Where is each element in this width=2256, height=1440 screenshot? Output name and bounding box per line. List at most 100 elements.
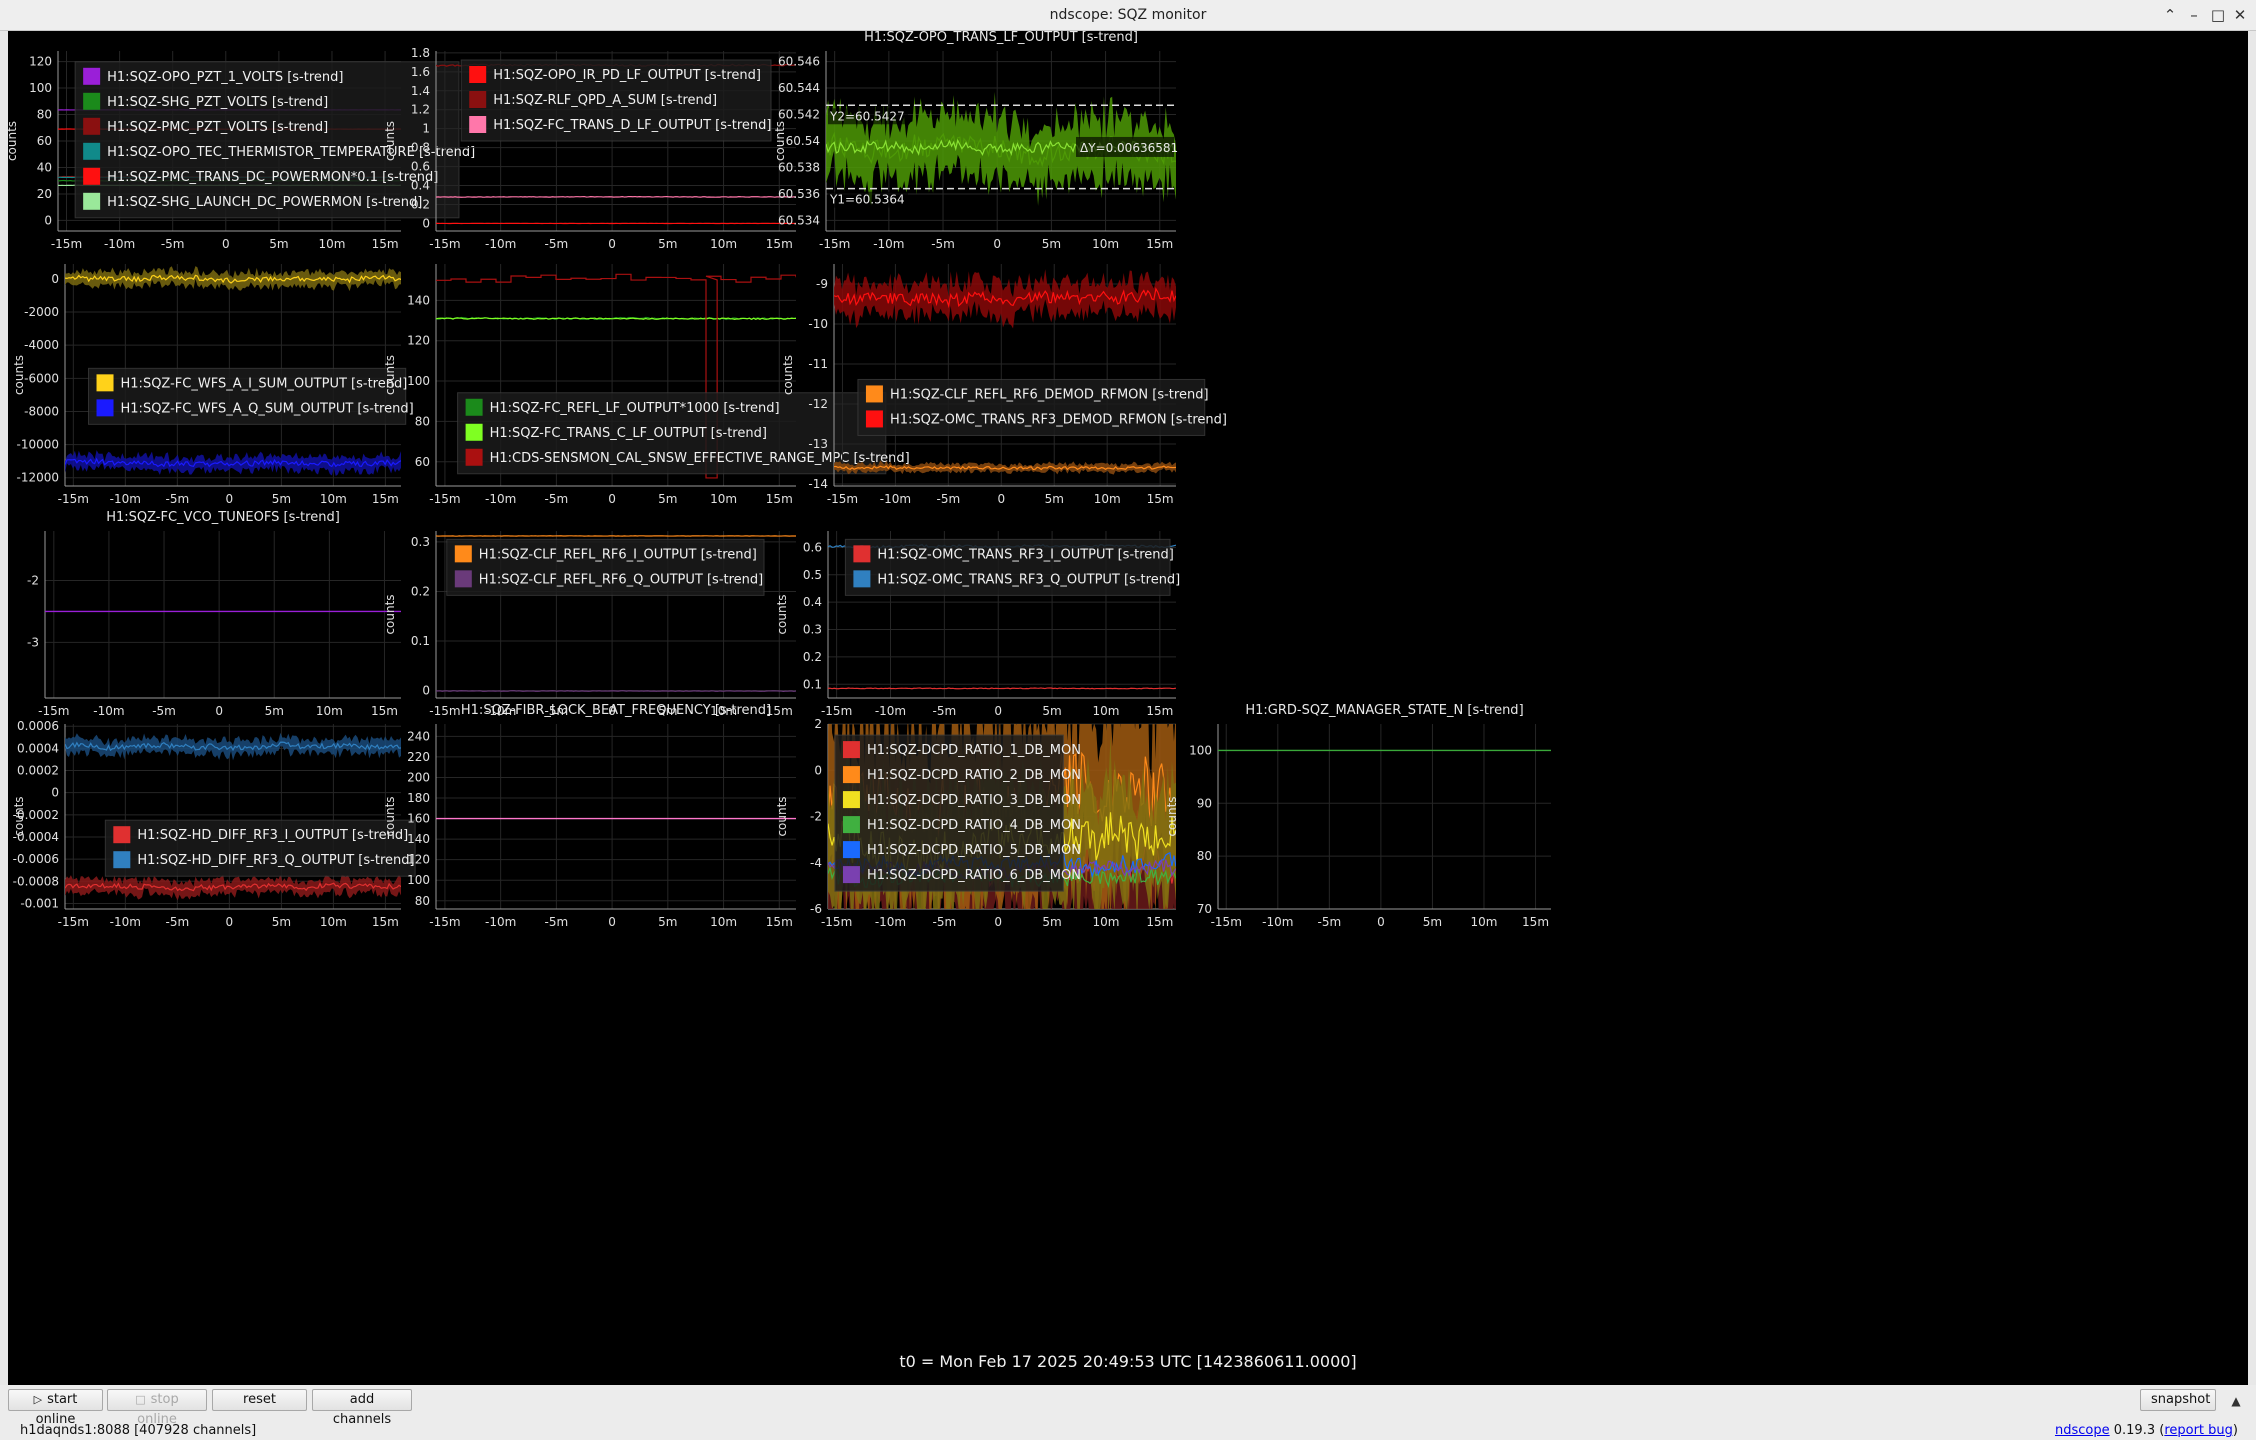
plot-8[interactable]: -15m -10m -5m 0 5m 10m 15m00.10.20.3countsH1:S… <box>383 531 796 718</box>
y-tick-label: 1.6 <box>411 65 430 79</box>
plot-grid[interactable]: -15m -10m -5m 0 5m 10m 15m 0 20 40 60 80 100 120 count… <box>8 31 2248 1385</box>
server-status: h1daqnds1:8088 [407928 channels] <box>20 1423 257 1438</box>
y-tick-label: 70 <box>1197 902 1212 916</box>
app-credit: ndscope 0.19.3 (report bug) <box>2054 1423 2238 1438</box>
snapshot-button[interactable]: snapshot <box>2140 1389 2216 1411</box>
legend-swatch <box>454 545 472 563</box>
x-tick-label: -15m <box>429 704 460 718</box>
x-tick-label: -15m <box>58 915 89 929</box>
y-tick-label: -2 <box>810 810 822 824</box>
y-tick-label: 0.0006 <box>17 719 59 733</box>
legend-swatch <box>842 741 860 759</box>
window-titlebar: ndscope: SQZ monitor ⌃ – □ ✕ <box>0 0 2256 31</box>
x-tick-label: 15m <box>372 492 399 506</box>
y-tick-label: -10 <box>808 317 828 331</box>
legend: H1:SQZ-FC_REFL_LF_OUTPUT*1000 [s-trend] H… <box>457 392 910 475</box>
close-icon[interactable]: ✕ <box>2230 5 2250 25</box>
x-tick-label: 10m <box>318 237 345 251</box>
x-tick-label: 10m <box>710 237 737 251</box>
x-tick-label: -15m <box>58 492 89 506</box>
y-axis-label: counts <box>781 355 795 395</box>
plot-5[interactable]: -15m -10m -5m 0 5m 10m 15m6080100120140countsH… <box>383 264 910 506</box>
plot-11[interactable]: -15m -10m -5m 0 5m 10m 15m 80 100 120 140 160 180 200… <box>383 703 796 929</box>
x-tick-label: 5m <box>658 492 677 506</box>
legend-entry: H1:SQZ-DCPD_RATIO_2_DB_MON <box>867 768 1081 783</box>
legend: H1:SQZ-FC_WFS_A_I_SUM_OUTPUT [s-trend] H1… <box>88 367 414 425</box>
plot-13[interactable]: -15m -10m -5m 0 5m 10m 15m 70 80 90 100 counts H1:GR… <box>1165 703 1551 929</box>
x-tick-label: -5m <box>1318 915 1342 929</box>
series-line <box>436 195 796 198</box>
y-axis-label: counts <box>383 355 397 395</box>
plot-12[interactable]: -15m -10m -5m 0 5m 10m 15m -6 -4 -2 0 2 counts H1:SQZ… <box>775 644 1176 967</box>
y-tick-label: 140 <box>407 293 430 307</box>
legend-entry: H1:SQZ-OMC_TRANS_RF3_I_OUTPUT [s-trend] <box>877 547 1173 562</box>
plot-title: H1:SQZ-FC_VCO_TUNEOFS [s-trend] <box>106 510 340 525</box>
plot-1[interactable]: -15m -10m -5m 0 5m 10m 15m 0 20 40 60 80 100 120 count… <box>8 51 475 251</box>
ndscope-link[interactable]: ndscope <box>2055 1423 2110 1438</box>
legend-entry: H1:SQZ-PMC_TRANS_DC_POWERMON*0.1 [s-tren… <box>107 170 438 185</box>
y-tick-label: 80 <box>415 414 430 428</box>
x-tick-label: 5m <box>658 915 677 929</box>
collapse-triangle-icon[interactable]: ▲ <box>2226 1391 2246 1411</box>
plot-3[interactable]: -15m -10m -5m 0 5m 10m 15m 60.534 60.536 60.538 60… <box>773 31 1178 251</box>
plot-7[interactable]: -15m -10m -5m 0 5m 10m 15m -3 -2 counts H1:SQZ-FC_… <box>8 510 401 718</box>
x-tick-label: -10m <box>110 492 141 506</box>
x-tick-label: -10m <box>93 704 124 718</box>
y-tick-label: 0.1 <box>803 677 822 691</box>
y-tick-label: -8000 <box>24 404 59 418</box>
legend-swatch <box>853 545 871 563</box>
plot-4[interactable]: -15m -10m -5m 0 5m 10m 15m -12000 -10000 -8000 -60… <box>12 264 414 506</box>
y-tick-label: 0 <box>422 684 430 698</box>
plot-2[interactable]: -15m -10m -5m 0 5m 10m 15m 0 0.2 0.4 0.6 0.8 1 1.2 1.4… <box>383 46 796 251</box>
legend-entry: H1:SQZ-HD_DIFF_RF3_Q_OUTPUT [s-trend] <box>137 853 414 868</box>
y-tick-label: 60.542 <box>778 108 820 122</box>
series-line <box>436 690 796 692</box>
y-tick-label: -4000 <box>24 338 59 352</box>
x-tick-label: 10m <box>1092 915 1119 929</box>
maximize-icon[interactable]: □ <box>2208 5 2228 25</box>
add-channels-button[interactable]: add channels <box>312 1389 412 1427</box>
x-tick-label: 15m <box>1522 915 1549 929</box>
minimize-icon[interactable]: ⌃ <box>2160 5 2180 25</box>
x-tick-label: 10m <box>1092 237 1119 251</box>
y-tick-label: 60.546 <box>778 55 820 69</box>
stop-online-button[interactable]: □ stop online <box>107 1389 207 1427</box>
y-tick-label: 120 <box>407 334 430 348</box>
plot-9[interactable]: -15m -10m -5m 0 5m 10m 15m 0.1 0.2 0.3 0.4 0.5 0.6 co… <box>775 531 1180 718</box>
x-tick-label: 5m <box>269 237 288 251</box>
legend-entry: H1:SQZ-OMC_TRANS_RF3_Q_OUTPUT [s-trend] <box>877 572 1180 587</box>
legend-swatch <box>113 826 131 844</box>
reset-button[interactable]: reset <box>212 1389 307 1411</box>
plot-10[interactable]: -15m -10m -5m 0 5m 10m 15m -0.001 -0.0008 -0.0006… <box>12 719 416 929</box>
y-tick-label: 80 <box>37 108 52 122</box>
legend-swatch <box>83 192 101 210</box>
legend-swatch <box>83 142 101 160</box>
y-tick-label: 0 <box>422 216 430 230</box>
plot-6[interactable]: -15m -10m -5m 0 5m 10m 15m -14 -13 -12 -11 -10 -9 cou… <box>781 264 1227 506</box>
legend-entry: H1:SQZ-SHG_LAUNCH_DC_POWERMON [s-trend] <box>107 195 422 210</box>
legend-entry: H1:SQZ-HD_DIFF_RF3_I_OUTPUT [s-trend] <box>137 828 408 843</box>
start-online-button[interactable]: ▷ start online <box>8 1389 103 1427</box>
x-tick-label: -10m <box>485 237 516 251</box>
legend-swatch <box>842 791 860 809</box>
cursor-y1-label: Y1=60.5364 <box>829 193 905 207</box>
restore-icon[interactable]: – <box>2184 5 2204 25</box>
reset-label: reset <box>243 1392 276 1407</box>
x-tick-label: -15m <box>429 237 460 251</box>
legend-swatch <box>83 167 101 185</box>
legend-entry: H1:SQZ-DCPD_RATIO_3_DB_MON <box>867 793 1081 808</box>
x-tick-label: -5m <box>152 704 176 718</box>
x-tick-label: 0 <box>608 915 616 929</box>
report-bug-link[interactable]: report bug <box>2164 1423 2233 1438</box>
y-tick-label: 80 <box>415 894 430 908</box>
y-tick-label: 80 <box>1197 849 1212 863</box>
x-tick-label: 0 <box>608 492 616 506</box>
plots-canvas[interactable]: -15m -10m -5m 0 5m 10m 15m020406080100120count… <box>8 31 2248 1385</box>
y-tick-label: 120 <box>407 853 430 867</box>
x-tick-label: -15m <box>1211 915 1242 929</box>
x-tick-label: 10m <box>316 704 343 718</box>
y-tick-label: 100 <box>29 81 52 95</box>
legend-swatch <box>83 67 101 85</box>
legend: H1:SQZ-OMC_TRANS_RF3_I_OUTPUT [s-trend] H… <box>844 538 1180 596</box>
y-tick-label: 240 <box>407 729 430 743</box>
